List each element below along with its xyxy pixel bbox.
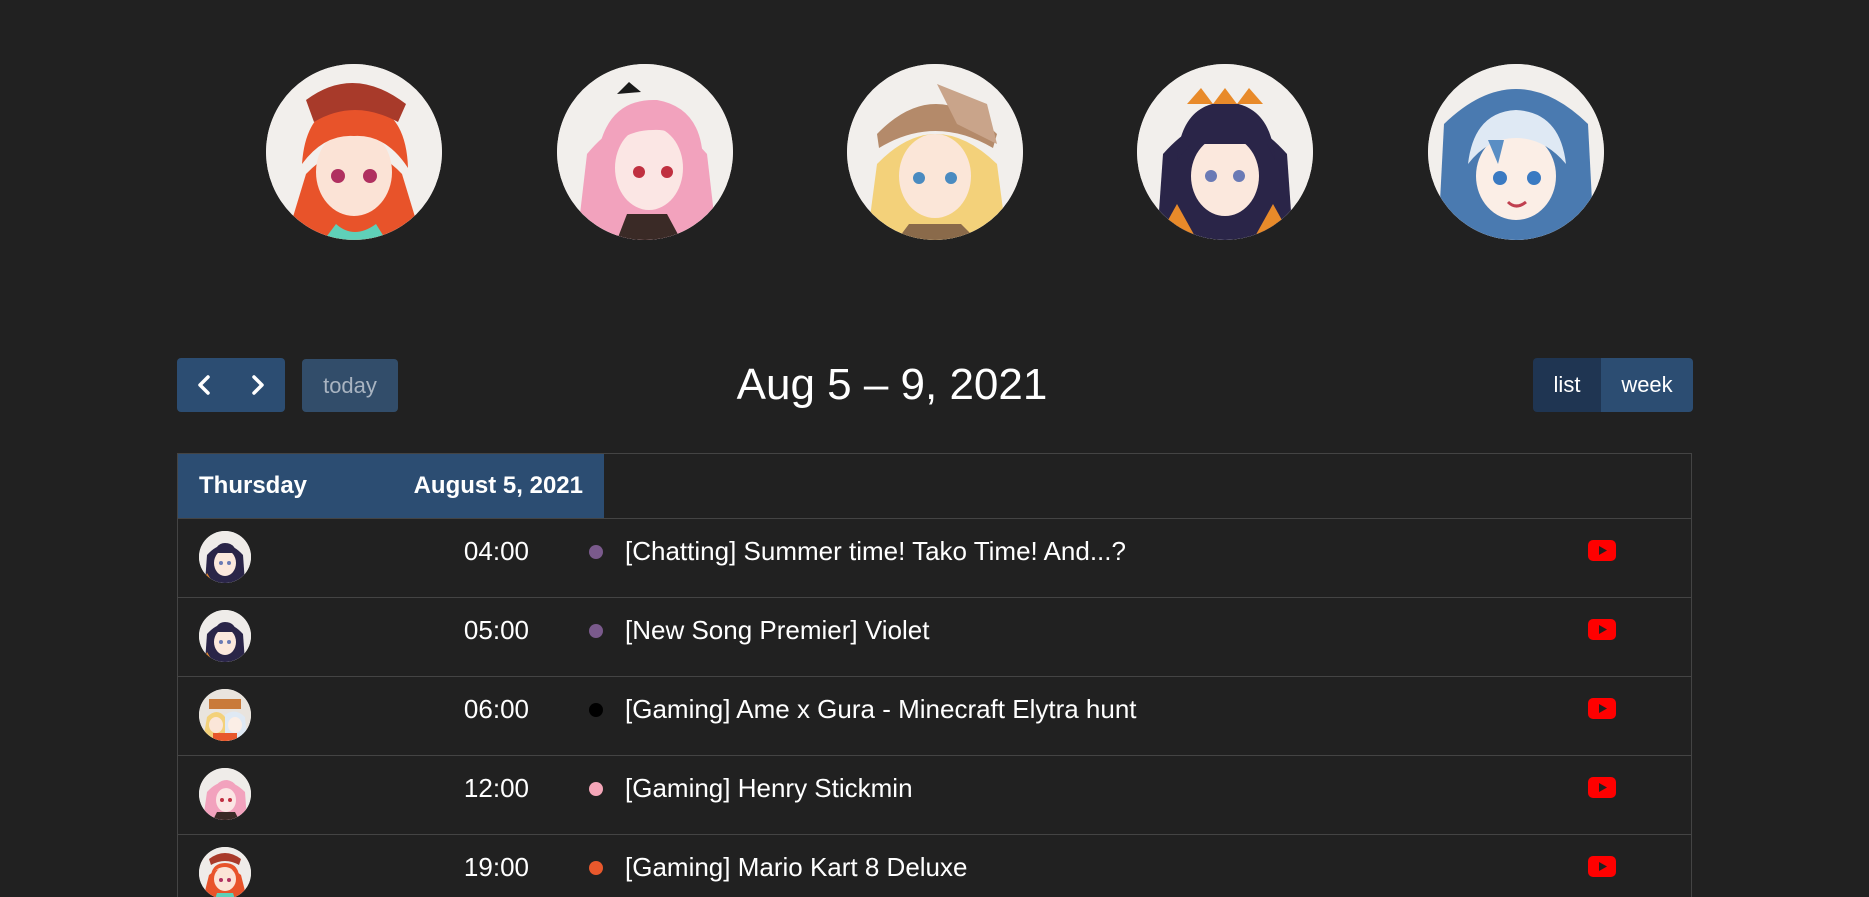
- talent-avatar-1[interactable]: [266, 64, 442, 240]
- youtube-icon[interactable]: [1588, 698, 1616, 719]
- event-title[interactable]: [Gaming] Ame x Gura - Minecraft Elytra h…: [625, 677, 1137, 741]
- event-avatar: [199, 610, 251, 662]
- schedule-list: Thursday August 5, 2021 04:00 [Chatting]…: [177, 453, 1692, 897]
- talent-avatar-row: [0, 64, 1869, 240]
- event-title[interactable]: [Gaming] Mario Kart 8 Deluxe: [625, 835, 967, 897]
- today-button[interactable]: today: [302, 359, 398, 412]
- youtube-icon[interactable]: [1588, 777, 1616, 798]
- event-title[interactable]: [Chatting] Summer time! Tako Time! And..…: [625, 519, 1126, 583]
- day-header: Thursday August 5, 2021: [178, 454, 1691, 519]
- day-name: Thursday: [199, 472, 308, 499]
- event-dot: [589, 545, 603, 559]
- event-row[interactable]: 12:00 [Gaming] Henry Stickmin: [178, 756, 1691, 835]
- date-range-title: Aug 5 – 9, 2021: [736, 360, 1048, 409]
- nav-button-group: [177, 358, 285, 412]
- view-toggle-group: list week: [1533, 358, 1693, 412]
- day-header-bar: Thursday August 5, 2021: [178, 454, 604, 518]
- event-avatar: [199, 689, 251, 741]
- talent-avatar-3[interactable]: [847, 64, 1023, 240]
- event-row[interactable]: 04:00 [Chatting] Summer time! Tako Time!…: [178, 519, 1691, 598]
- event-avatar: [199, 768, 251, 820]
- schedule-page: today Aug 5 – 9, 2021 list week Thursday…: [0, 0, 1869, 897]
- event-time: 05:00: [463, 615, 529, 645]
- next-button[interactable]: [231, 358, 285, 412]
- chevron-right-icon: [252, 375, 264, 395]
- event-row[interactable]: 19:00 [Gaming] Mario Kart 8 Deluxe: [178, 835, 1691, 897]
- event-title[interactable]: [New Song Premier] Violet: [625, 598, 929, 662]
- event-dot: [589, 782, 603, 796]
- youtube-icon[interactable]: [1588, 856, 1616, 877]
- youtube-icon[interactable]: [1588, 540, 1616, 561]
- event-time: 12:00: [463, 773, 529, 803]
- day-date: August 5, 2021: [413, 472, 583, 499]
- talent-avatar-5[interactable]: [1428, 64, 1604, 240]
- event-avatar: [199, 531, 251, 583]
- event-avatar: [199, 847, 251, 897]
- event-dot: [589, 624, 603, 638]
- event-row[interactable]: 06:00 [Gaming] Ame x Gura - Minecraft El…: [178, 677, 1691, 756]
- event-row[interactable]: 05:00 [New Song Premier] Violet: [178, 598, 1691, 677]
- event-dot: [589, 861, 603, 875]
- event-dot: [589, 703, 603, 717]
- event-time: 04:00: [463, 536, 529, 566]
- prev-button[interactable]: [177, 358, 231, 412]
- list-view-button[interactable]: list: [1533, 358, 1601, 412]
- week-view-button[interactable]: week: [1601, 358, 1693, 412]
- youtube-icon[interactable]: [1588, 619, 1616, 640]
- event-title[interactable]: [Gaming] Henry Stickmin: [625, 756, 913, 820]
- event-time: 19:00: [463, 852, 529, 882]
- event-time: 06:00: [463, 694, 529, 724]
- chevron-left-icon: [198, 375, 210, 395]
- calendar-toolbar: today Aug 5 – 9, 2021 list week: [177, 358, 1693, 413]
- talent-avatar-2[interactable]: [557, 64, 733, 240]
- talent-avatar-4[interactable]: [1137, 64, 1313, 240]
